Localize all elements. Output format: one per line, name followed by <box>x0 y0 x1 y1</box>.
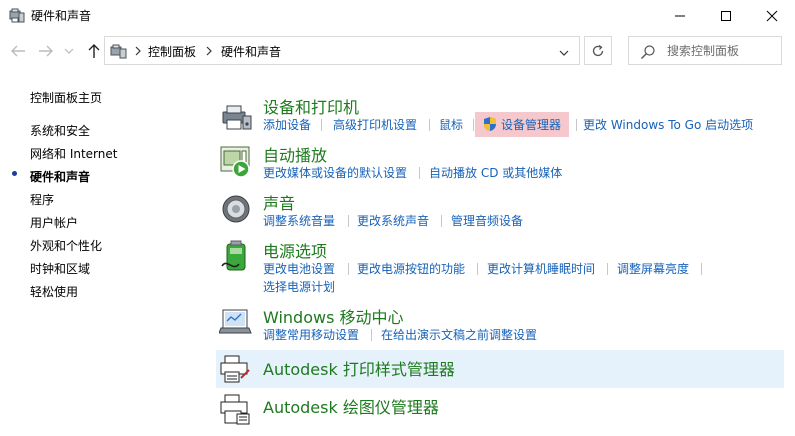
link-autoplay-cd[interactable]: 自动播放 CD 或其他媒体 <box>429 164 562 181</box>
link-power-button-function[interactable]: 更改电源按钮的功能 <box>357 260 465 277</box>
arrow-up-icon <box>88 44 100 58</box>
link-separator <box>576 119 577 131</box>
minimize-button[interactable] <box>657 0 703 31</box>
category-title[interactable]: 自动播放 <box>263 142 327 166</box>
category-autoplay: 自动播放 更改媒体或设备的默认设置 自动播放 CD 或其他媒体 <box>216 140 784 186</box>
navigation-bar: 控制面板 硬件和声音 <box>0 31 795 71</box>
category-sound: 声音 调整系统音量 更改系统声音 管理音频设备 <box>216 188 784 234</box>
category-devices-printers: 设备和打印机 添加设备 高级打印机设置 鼠标 设备管理器 更改 Windows … <box>216 92 784 138</box>
link-separator <box>441 215 442 227</box>
window-title: 硬件和声音 <box>31 9 92 23</box>
battery-icon <box>219 238 253 272</box>
printer-device-icon <box>219 98 253 132</box>
link-separator <box>429 119 430 131</box>
forward-button[interactable] <box>36 41 56 61</box>
autodesk-plotter-icon <box>219 392 253 426</box>
sidebar-item-ease-of-access[interactable]: 轻松使用 <box>30 283 78 300</box>
link-change-media-defaults[interactable]: 更改媒体或设备的默认设置 <box>263 164 407 181</box>
autodesk-printer-icon <box>219 352 253 386</box>
category-power-options: 电源选项 更改电池设置 更改电源按钮的功能 更改计算机睡眠时间 调整屏幕亮度 选… <box>216 236 784 300</box>
link-separator <box>419 167 420 179</box>
recent-locations-button[interactable] <box>62 41 76 61</box>
refresh-button[interactable] <box>584 36 612 65</box>
category-title[interactable]: Windows 移动中心 <box>263 304 404 328</box>
link-device-manager-label: 设备管理器 <box>501 118 562 132</box>
link-separator <box>607 263 608 275</box>
link-add-device[interactable]: 添加设备 <box>263 116 311 133</box>
autoplay-icon <box>219 144 253 178</box>
link-windows-to-go[interactable]: 更改 Windows To Go 启动选项 <box>583 116 753 133</box>
chevron-down-icon <box>64 48 74 54</box>
sidebar-item-programs[interactable]: 程序 <box>30 191 54 208</box>
link-mouse[interactable]: 鼠标 <box>439 116 463 133</box>
mobility-center-icon <box>218 306 253 340</box>
chevron-down-icon <box>559 50 569 56</box>
sidebar-item-network[interactable]: 网络和 Internet <box>30 145 117 162</box>
category-title[interactable]: Autodesk 打印样式管理器 <box>263 356 455 380</box>
search-box[interactable] <box>628 36 782 65</box>
sidebar-item-clock-region[interactable]: 时钟和区域 <box>30 260 90 277</box>
up-button[interactable] <box>84 41 104 61</box>
breadcrumb-separator-icon[interactable] <box>205 45 215 57</box>
link-adjust-volume[interactable]: 调整系统音量 <box>263 212 335 229</box>
link-advanced-printer-settings[interactable]: 高级打印机设置 <box>333 116 417 133</box>
sidebar-item-hardware-sound[interactable]: 硬件和声音 <box>30 168 90 185</box>
address-bar[interactable]: 控制面板 硬件和声音 <box>104 36 580 65</box>
title-bar: 硬件和声音 <box>0 0 795 31</box>
back-button[interactable] <box>8 41 28 61</box>
category-title[interactable]: 设备和打印机 <box>263 94 359 118</box>
sidebar-item-user-accounts[interactable]: 用户帐户 <box>30 214 78 231</box>
link-adjust-mobility-settings[interactable]: 调整常用移动设置 <box>263 326 359 343</box>
control-panel-icon <box>9 7 25 23</box>
speaker-icon <box>219 192 253 226</box>
current-item-bullet <box>12 171 17 176</box>
link-change-system-sounds[interactable]: 更改系统声音 <box>357 212 429 229</box>
sidebar-item-home[interactable]: 控制面板主页 <box>30 89 102 106</box>
category-mobility-center: Windows 移动中心 调整常用移动设置 在给出演示文稿之前调整设置 <box>216 302 784 348</box>
uac-shield-icon <box>483 116 497 132</box>
control-panel-icon <box>110 43 128 59</box>
maximize-button[interactable] <box>703 0 749 31</box>
link-separator <box>321 119 322 131</box>
search-icon <box>640 44 656 60</box>
link-presentation-settings[interactable]: 在给出演示文稿之前调整设置 <box>381 326 537 343</box>
link-manage-audio-devices[interactable]: 管理音频设备 <box>451 212 523 229</box>
link-adjust-brightness[interactable]: 调整屏幕亮度 <box>617 260 689 277</box>
link-separator <box>477 263 478 275</box>
breadcrumb-separator-icon[interactable] <box>134 45 144 57</box>
link-change-battery-settings[interactable]: 更改电池设置 <box>263 260 335 277</box>
link-change-sleep-time[interactable]: 更改计算机睡眠时间 <box>487 260 595 277</box>
breadcrumb-control-panel[interactable]: 控制面板 <box>148 43 196 60</box>
link-device-manager[interactable]: 设备管理器 <box>475 112 570 137</box>
link-separator <box>473 119 474 131</box>
category-title[interactable]: 电源选项 <box>263 238 327 262</box>
link-separator <box>348 215 349 227</box>
arrow-right-icon <box>39 45 53 57</box>
category-title[interactable]: 声音 <box>263 190 295 214</box>
link-separator <box>371 329 372 341</box>
refresh-icon <box>592 44 604 56</box>
link-separator <box>701 263 702 275</box>
category-autodesk-print-style-manager[interactable]: Autodesk 打印样式管理器 <box>216 350 784 388</box>
link-separator <box>348 263 349 275</box>
close-button[interactable] <box>749 0 795 31</box>
breadcrumb-hardware-sound[interactable]: 硬件和声音 <box>221 43 281 60</box>
link-choose-power-plan[interactable]: 选择电源计划 <box>263 278 335 295</box>
category-title[interactable]: Autodesk 绘图仪管理器 <box>263 394 439 418</box>
search-input[interactable] <box>667 42 777 60</box>
address-dropdown-button[interactable] <box>558 46 572 56</box>
sidebar-item-system-security[interactable]: 系统和安全 <box>30 122 90 139</box>
category-autodesk-plotter-manager: Autodesk 绘图仪管理器 <box>216 390 784 428</box>
arrow-left-icon <box>11 45 25 57</box>
sidebar-item-appearance[interactable]: 外观和个性化 <box>30 237 102 254</box>
